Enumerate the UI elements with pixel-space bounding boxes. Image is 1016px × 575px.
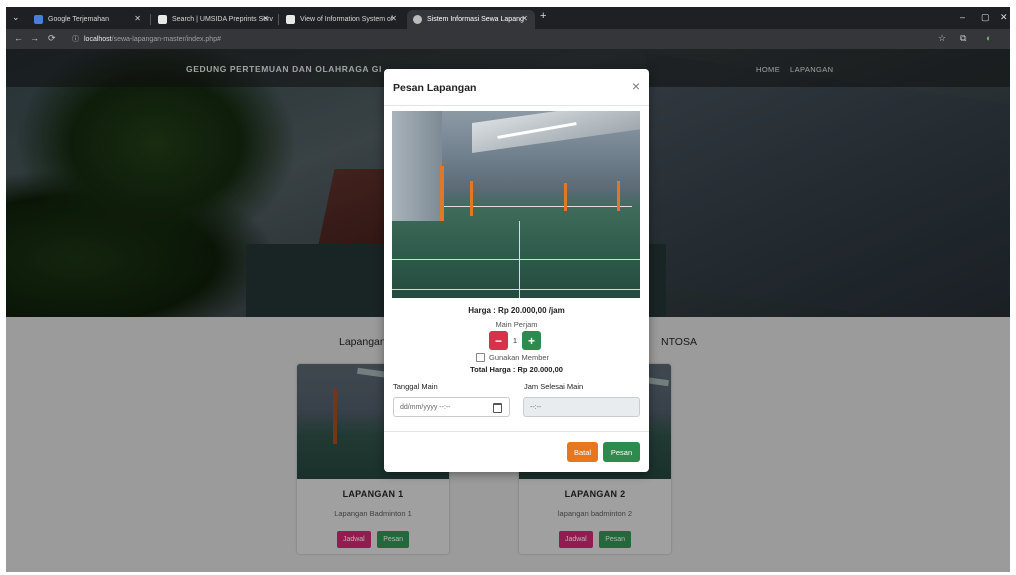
decrement-button[interactable]: −	[489, 331, 508, 350]
browser-window: ⌄ Google Terjemahan ✕ Search | UMSIDA Pr…	[6, 7, 1010, 572]
date-input[interactable]: dd/mm/yyyy --:--	[393, 397, 510, 417]
back-icon[interactable]: ←	[14, 33, 23, 43]
address-bar: ← → ⟳ ⓘ localhost/sewa-lapangan-master/i…	[6, 29, 1010, 49]
end-time-input: --:--	[523, 397, 640, 417]
tab-sewa-lapangan[interactable]: Sistem Informasi Sewa Lapang ✕	[407, 10, 535, 29]
site-info-icon[interactable]: ⓘ	[72, 34, 79, 44]
tab-close-icon[interactable]: ✕	[262, 14, 269, 23]
reload-icon[interactable]: ⟳	[48, 33, 56, 44]
member-option[interactable]: Gunakan Member	[476, 353, 549, 362]
member-checkbox[interactable]	[476, 353, 485, 362]
hours-quantity: 1	[512, 336, 518, 345]
modal-footer-divider	[384, 431, 649, 432]
calendar-icon[interactable]	[493, 403, 502, 413]
tab-label: Search | UMSIDA Preprints Serv	[172, 16, 274, 23]
tab-label: Google Terjemahan	[48, 16, 109, 23]
url-path: /sewa-lapangan-master/index.php#	[111, 35, 221, 43]
minimize-button[interactable]: –	[960, 12, 965, 22]
tab-separator	[278, 14, 279, 25]
profile-icon[interactable]: ◐	[986, 33, 991, 43]
member-label: Gunakan Member	[489, 353, 550, 362]
hours-label: Main Perjam	[495, 320, 538, 329]
modal-title: Pesan Lapangan	[393, 82, 477, 94]
tab-close-icon[interactable]: ✕	[390, 14, 397, 23]
tab-information-system[interactable]: View of Information System of ✕	[280, 10, 404, 29]
bookmark-star-icon[interactable]: ☆	[938, 33, 946, 44]
date-label: Tanggal Main	[393, 382, 438, 391]
tab-label: View of Information System of	[300, 16, 393, 23]
hours-stepper: − 1 +	[489, 331, 541, 350]
close-window-button[interactable]: ✕	[1000, 12, 1008, 23]
close-icon[interactable]: ×	[632, 78, 640, 94]
new-tab-button[interactable]: +	[540, 10, 546, 22]
tab-search-icon[interactable]: ⌄	[12, 12, 20, 23]
tab-bar: ⌄ Google Terjemahan ✕ Search | UMSIDA Pr…	[6, 7, 1010, 29]
tab-label: Sistem Informasi Sewa Lapang	[427, 16, 524, 23]
total-price: Total Harga : Rp 20.000,00	[470, 365, 563, 374]
web-page: GEDUNG PERTEMUAN DAN OLAHRAGA GI HOME LA…	[6, 49, 1010, 572]
url-host: localhost	[84, 35, 112, 43]
translate-icon	[34, 15, 43, 24]
tab-separator	[150, 14, 151, 25]
cancel-button[interactable]: Batal	[567, 442, 598, 462]
increment-button[interactable]: +	[522, 331, 541, 350]
price-text: Harga : Rp 20.000,00 /jam	[468, 306, 565, 315]
end-time-label: Jam Selesai Main	[524, 382, 584, 391]
submit-booking-button[interactable]: Pesan	[603, 442, 640, 462]
tab-close-icon[interactable]: ✕	[521, 14, 528, 23]
end-time-placeholder: --:--	[530, 403, 542, 411]
date-placeholder: dd/mm/yyyy --:--	[400, 403, 451, 411]
modal-header: Pesan Lapangan ×	[384, 69, 649, 106]
extensions-icon[interactable]: ⧉	[960, 33, 966, 44]
booking-modal: Pesan Lapangan × Harga : Rp 20.000,00 /j…	[384, 69, 649, 472]
court-photo	[392, 111, 640, 298]
tab-close-icon[interactable]: ✕	[134, 14, 141, 23]
tab-google-translate[interactable]: Google Terjemahan ✕	[28, 10, 148, 29]
url-field[interactable]: ⓘ localhost/sewa-lapangan-master/index.p…	[72, 32, 932, 46]
globe-icon	[413, 15, 422, 24]
site-favicon	[158, 15, 167, 24]
tab-umsida-search[interactable]: Search | UMSIDA Preprints Serv ✕	[152, 10, 276, 29]
site-favicon	[286, 15, 295, 24]
maximize-button[interactable]: ▢	[981, 12, 990, 23]
forward-icon[interactable]: →	[30, 33, 39, 43]
